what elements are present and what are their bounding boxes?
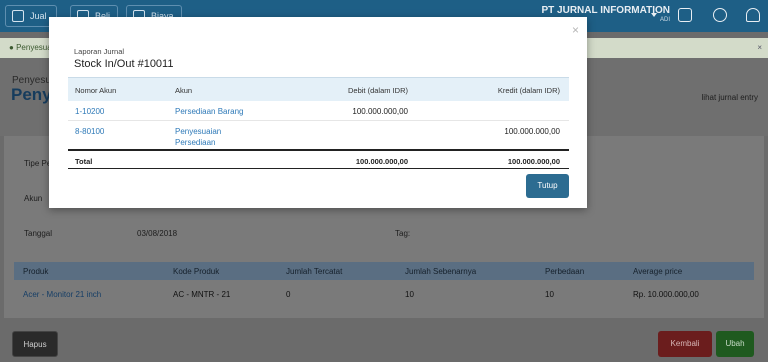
col-kredit: Kredit (dalam IDR) (497, 86, 560, 95)
account-name-line-2: Persediaan (175, 138, 216, 147)
account-number-link[interactable]: 1-10200 (75, 106, 104, 117)
journal-row: 1-10200 Persediaan Barang 100.000.000,00 (68, 101, 569, 121)
tanggal-value: 03/08/2018 (137, 229, 178, 238)
col-kode-produk: Kode Produk (173, 267, 220, 276)
kembali-button[interactable]: Kembali (658, 331, 712, 357)
journal-row: 8-80100 Penyesuaian Persediaan 100.000.0… (68, 121, 569, 149)
debit-value: 100.000.000,00 (352, 107, 408, 116)
chat-icon[interactable] (678, 8, 692, 22)
perbedaan-cell: 10 (545, 290, 554, 299)
kode-produk-cell: AC - MNTR - 21 (173, 290, 231, 299)
tanggal-label: Tanggal (24, 229, 53, 238)
jumlah-tercatat-cell: 0 (286, 290, 291, 299)
average-price-cell: Rp. 10.000.000,00 (633, 290, 699, 299)
journal-table-header: Nomor Akun Akun Debit (dalam IDR) Kredit… (68, 77, 569, 101)
col-debit: Debit (dalam IDR) (347, 86, 408, 95)
ubah-button[interactable]: Ubah (716, 331, 754, 357)
jumlah-sebenarnya-cell: 10 (405, 290, 414, 299)
chevron-down-icon[interactable] (651, 13, 657, 17)
col-average-price: Average price (633, 267, 683, 276)
akun-label: Akun (24, 194, 43, 203)
tag-label: Tag: (395, 229, 411, 238)
lihat-jurnal-entry-link[interactable]: lihat jurnal entry (702, 93, 758, 102)
col-perbedaan: Perbedaan (545, 267, 585, 276)
account-number-link[interactable]: 8-80100 (75, 126, 104, 137)
check-circle-icon: ● (9, 43, 14, 52)
alert-text: Penyesuai (16, 43, 54, 52)
tutup-button[interactable]: Tutup (526, 174, 569, 198)
product-table: Produk Kode Produk Jumlah Tercatat Jumla… (14, 262, 754, 299)
total-label: Total (75, 157, 93, 166)
product-link[interactable]: Acer - Monitor 21 inch (23, 290, 101, 299)
journal-total-row: Total 100.000.000,00 100.000.000,00 (68, 149, 569, 169)
modal-subtitle: Laporan Jurnal (74, 47, 125, 56)
account-name-line-1: Penyesuaian (175, 127, 222, 136)
journal-report-modal: × Laporan Jurnal Stock In/Out #10011 Nom… (49, 17, 587, 208)
col-nomor-akun: Nomor Akun (75, 86, 117, 95)
tipe-label: Tipe Pe (24, 159, 52, 168)
col-jumlah-sebenarnya: Jumlah Sebenarnya (405, 267, 477, 276)
account-name-link[interactable]: Persediaan Barang (175, 106, 244, 117)
journal-table: Nomor Akun Akun Debit (dalam IDR) Kredit… (68, 77, 569, 169)
jual-label: Jual (30, 11, 47, 21)
modal-title: Stock In/Out #10011 (74, 58, 174, 70)
tag-icon (12, 10, 24, 22)
total-debit: 100.000.000,00 (355, 157, 408, 166)
total-kredit: 100.000.000,00 (507, 157, 560, 166)
col-jumlah-tercatat: Jumlah Tercatat (286, 267, 343, 276)
bell-icon[interactable] (746, 8, 760, 22)
close-icon[interactable]: × (572, 23, 579, 37)
hapus-button[interactable]: Hapus (12, 331, 58, 357)
close-icon[interactable]: × (757, 38, 762, 58)
account-name-link[interactable]: Penyesuaian Persediaan (175, 126, 221, 148)
clock-icon[interactable] (713, 8, 727, 22)
col-produk: Produk (23, 267, 49, 276)
col-akun: Akun (175, 86, 193, 95)
kredit-value: 100.000.000,00 (504, 127, 560, 136)
